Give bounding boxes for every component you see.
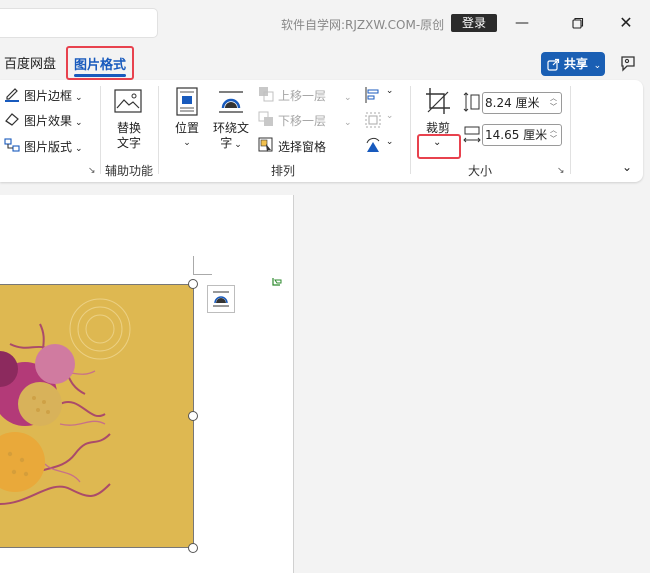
- picture-effects-label: 图片效果: [24, 114, 73, 128]
- login-button[interactable]: 登录: [451, 14, 497, 32]
- shape-height-field[interactable]: 8.24 厘米 ︿ ﹀: [482, 92, 562, 114]
- wrap-text-icon: [213, 291, 229, 307]
- share-icon: [547, 58, 560, 71]
- align-button[interactable]: ⌄: [364, 86, 393, 107]
- layout-options-button[interactable]: [207, 285, 235, 313]
- bring-forward-button[interactable]: 上移一层 ⌄: [258, 86, 352, 104]
- resize-handle-bottom-right[interactable]: [188, 543, 198, 553]
- tab-baidu-netdisk[interactable]: 百度网盘: [4, 53, 56, 72]
- group-label-arrange: 排列: [271, 164, 296, 178]
- send-backward-button[interactable]: 下移一层 ⌄: [258, 111, 352, 129]
- crop-dropdown-highlight: [417, 134, 461, 159]
- comment-icon[interactable]: [618, 54, 638, 74]
- group-objects-icon: [365, 112, 381, 128]
- shape-width-field[interactable]: 14.65 厘米 ︿ ﹀: [482, 124, 562, 146]
- chevron-down-icon: ⌄: [75, 93, 83, 103]
- chevron-down-icon: ⌄: [183, 138, 191, 148]
- alt-text-button[interactable]: 替换 文字: [108, 121, 150, 151]
- shape-width-value: 14.65 厘米: [485, 128, 548, 142]
- alt-text-label-1: 替换: [116, 121, 141, 135]
- chevron-down-icon: ⌄: [75, 144, 83, 154]
- alt-text-label-2: 文字: [116, 136, 141, 150]
- group-divider: [410, 86, 411, 174]
- picture-layout-label: 图片版式: [24, 140, 73, 154]
- position-label: 位置: [174, 121, 199, 135]
- chevron-down-icon: ⌄: [593, 61, 602, 71]
- rotate-icon: [366, 137, 380, 152]
- chevron-down-icon: ⌄: [385, 111, 394, 121]
- crop-icon[interactable]: [418, 84, 458, 120]
- send-backward-icon: [258, 111, 274, 132]
- picture-selection-frame: [0, 284, 194, 548]
- group-label-size: 大小: [468, 164, 493, 178]
- selection-pane-label: 选择窗格: [278, 140, 327, 154]
- chevron-down-icon: ⌄: [75, 118, 83, 128]
- selection-pane-icon: [258, 137, 274, 158]
- wrap-text-label-1: 环绕文: [212, 121, 249, 135]
- share-label: 共享: [563, 57, 588, 71]
- group-objects-button[interactable]: ⌄: [364, 111, 393, 132]
- shape-width-icon: [463, 125, 481, 148]
- effects-icon: [4, 111, 20, 132]
- site-watermark-label: 软件自学网:RJZXW.COM-原创: [281, 18, 445, 32]
- margin-corner-mark: [193, 256, 212, 275]
- restore-icon[interactable]: [560, 8, 596, 38]
- picture-border-label: 图片边框: [24, 89, 73, 103]
- share-button[interactable]: 共享 ⌄: [541, 52, 605, 76]
- wrap-text-button[interactable]: 环绕文 字 ⌄: [210, 121, 252, 153]
- bring-forward-icon: [258, 86, 274, 107]
- tab-picture-format-label: 图片格式: [74, 58, 127, 73]
- position-button[interactable]: 位置 ⌄: [170, 121, 204, 151]
- dialog-launcher-icon[interactable]: ↘: [88, 166, 96, 176]
- send-backward-label: 下移一层: [278, 114, 327, 128]
- spinner-arrows-icon[interactable]: ︿ ﹀: [550, 126, 557, 144]
- close-icon[interactable]: ✕: [608, 8, 644, 38]
- chevron-down-icon: ⌄: [344, 93, 352, 103]
- bring-forward-label: 上移一层: [278, 89, 327, 103]
- resize-handle-top-right[interactable]: [188, 279, 198, 289]
- group-divider: [570, 86, 571, 174]
- chevron-down-icon: ⌄: [344, 118, 352, 128]
- align-icon: [365, 87, 379, 103]
- spinner-arrows-icon[interactable]: ︿ ﹀: [550, 94, 557, 112]
- pen-border-icon: [4, 86, 20, 107]
- collapse-ribbon-icon[interactable]: ⌄: [622, 160, 632, 174]
- group-divider: [158, 86, 159, 174]
- selection-pane-button[interactable]: 选择窗格: [258, 137, 326, 155]
- active-tab-indicator: [74, 74, 126, 77]
- position-icon[interactable]: [175, 87, 199, 117]
- alt-text-icon[interactable]: [112, 88, 146, 118]
- chevron-down-icon: ⌄: [234, 140, 242, 150]
- wrap-text-icon[interactable]: [216, 88, 246, 116]
- resize-handle-right[interactable]: [188, 411, 198, 421]
- wrap-text-label-2: 字: [220, 136, 233, 150]
- picture-border-button[interactable]: 图片边框 ⌄: [4, 86, 83, 104]
- picture-layout-button[interactable]: 图片版式 ⌄: [4, 137, 83, 155]
- anchor-icon: [271, 276, 283, 291]
- search-box[interactable]: [0, 8, 158, 38]
- picture-effects-button[interactable]: 图片效果 ⌄: [4, 111, 83, 129]
- minimize-icon[interactable]: —: [504, 8, 540, 38]
- picture-layout-icon: [4, 137, 20, 158]
- rotate-button[interactable]: ⌄: [364, 137, 393, 158]
- chevron-down-icon: ⌄: [385, 86, 394, 96]
- shape-height-value: 8.24 厘米: [485, 96, 540, 110]
- dialog-launcher-icon[interactable]: ↘: [557, 166, 565, 176]
- chevron-down-icon: ⌄: [385, 137, 394, 147]
- group-label-accessibility: 辅助功能: [105, 164, 154, 178]
- shape-height-icon: [463, 92, 481, 115]
- group-divider: [100, 86, 101, 174]
